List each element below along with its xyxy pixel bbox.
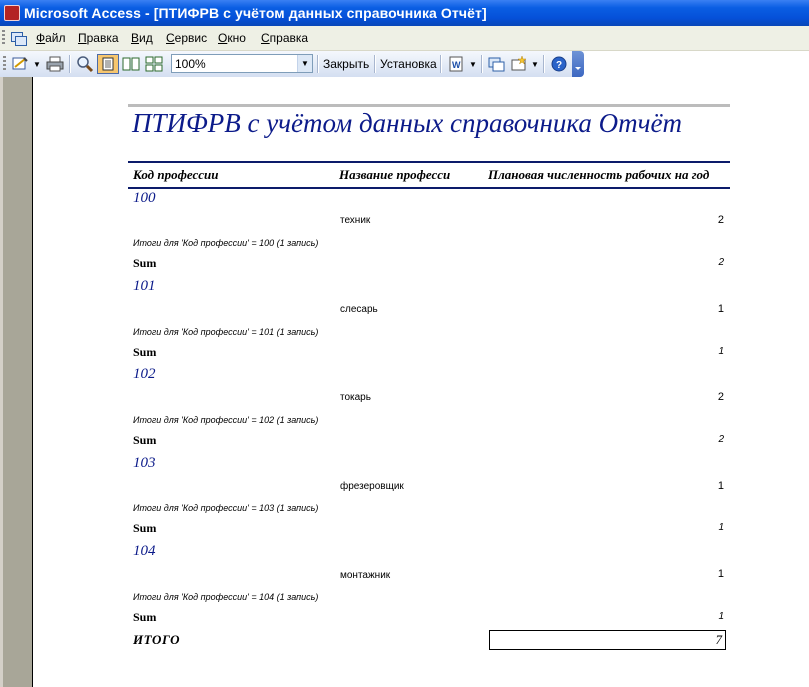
close-preview-button[interactable]: Закрыть — [323, 57, 369, 71]
office-links-word-icon[interactable]: W — [446, 54, 468, 74]
detail-value: 2 — [717, 214, 724, 226]
svg-text:W: W — [452, 60, 461, 70]
group-code: 100 — [133, 190, 156, 206]
multiple-pages-icon[interactable] — [143, 54, 165, 74]
sum-label: Sum — [133, 256, 157, 270]
grand-total-value: 7 — [715, 632, 723, 647]
zoom-value: 100% — [175, 57, 206, 71]
grand-total-label: ИТОГО — [133, 632, 181, 647]
detail-name: токарь — [340, 392, 371, 403]
view-design-icon[interactable] — [10, 54, 32, 74]
new-object-icon[interactable] — [508, 54, 530, 74]
title-bar: Microsoft Access - [ПТИФРВ с учётом данн… — [0, 0, 809, 26]
svg-text:?: ? — [556, 60, 562, 71]
group-summary-label: Итоги для 'Код профессии' = 101 (1 запис… — [133, 327, 319, 337]
window-title: Microsoft Access - [ПТИФРВ с учётом данн… — [24, 5, 487, 21]
sum-value: 1 — [718, 522, 724, 533]
sum-value: 2 — [718, 434, 724, 445]
sum-value: 1 — [718, 611, 724, 622]
header-top-rule — [128, 161, 730, 163]
sum-label: Sum — [133, 433, 157, 447]
detail-name: фрезеровщик — [340, 481, 404, 492]
view-dropdown-arrow-icon[interactable]: ▼ — [32, 54, 42, 74]
sum-value: 2 — [718, 257, 724, 268]
detail-name: монтажник — [340, 570, 391, 581]
menu-tools[interactable]: Сервис — [166, 31, 207, 45]
zoom-combobox[interactable]: 100% ▼ — [171, 54, 313, 73]
menu-grip-handle[interactable] — [2, 30, 5, 46]
menu-window[interactable]: Окно — [218, 31, 246, 45]
database-window-icon[interactable] — [486, 54, 508, 74]
detail-value: 1 — [717, 568, 724, 580]
menu-help[interactable]: Справка — [261, 31, 308, 45]
sum-label: Sum — [133, 610, 157, 624]
detail-name: техник — [340, 215, 371, 226]
access-app-icon[interactable] — [4, 5, 20, 21]
one-page-icon[interactable] — [97, 54, 119, 74]
detail-value: 1 — [717, 480, 724, 492]
group-summary-label: Итоги для 'Код профессии' = 100 (1 запис… — [133, 238, 319, 248]
sum-label: Sum — [133, 345, 157, 359]
group-code: 101 — [133, 278, 156, 294]
group-code: 103 — [133, 455, 156, 471]
menu-bar: Файл Правка Вид Сервис Окно Справка — [0, 26, 809, 51]
print-icon[interactable] — [44, 54, 66, 74]
column-header-code: Код профессии — [133, 167, 219, 182]
group-summary-label: Итоги для 'Код профессии' = 103 (1 запис… — [133, 503, 319, 513]
menu-view[interactable]: Вид — [131, 31, 153, 45]
group-summary-label: Итоги для 'Код профессии' = 102 (1 запис… — [133, 415, 319, 425]
report-title: ПТИФРВ с учётом данных справочника Отчёт — [132, 108, 682, 138]
new-object-dropdown-icon[interactable]: ▼ — [530, 54, 540, 74]
detail-name: слесарь — [340, 304, 378, 315]
group-code: 104 — [133, 543, 156, 559]
detail-value: 1 — [717, 303, 724, 315]
menu-file[interactable]: Файл — [36, 31, 66, 45]
page-setup-button[interactable]: Установка — [380, 57, 437, 71]
toolbar-options-arrow-icon — [575, 67, 581, 70]
header-bottom-rule — [128, 187, 730, 189]
grand-total-box: 7 — [489, 630, 726, 650]
toolbar-options-button[interactable] — [572, 51, 584, 77]
report-title-rule — [128, 104, 730, 107]
preview-background — [0, 77, 33, 687]
toolbar-grip-handle[interactable] — [3, 56, 6, 72]
zoom-magnifier-icon[interactable] — [74, 54, 96, 74]
help-icon[interactable]: ? — [548, 54, 570, 74]
sum-value: 1 — [718, 346, 724, 357]
print-preview-toolbar: ▼ 100% ▼ Закрыть Установка W ▼ ▼ ? — [0, 51, 584, 77]
office-links-dropdown-icon[interactable]: ▼ — [468, 54, 478, 74]
group-summary-label: Итоги для 'Код профессии' = 104 (1 запис… — [133, 592, 319, 602]
sum-label: Sum — [133, 521, 157, 535]
column-header-name: Название професси — [339, 167, 451, 182]
document-window-icon[interactable] — [9, 30, 27, 46]
menu-edit[interactable]: Правка — [78, 31, 119, 45]
column-header-count: Плановая численность рабочих на год — [488, 167, 710, 182]
group-code: 102 — [133, 366, 156, 382]
zoom-dropdown-arrow-icon[interactable]: ▼ — [297, 55, 312, 72]
detail-value: 2 — [717, 391, 724, 403]
two-pages-icon[interactable] — [120, 54, 142, 74]
